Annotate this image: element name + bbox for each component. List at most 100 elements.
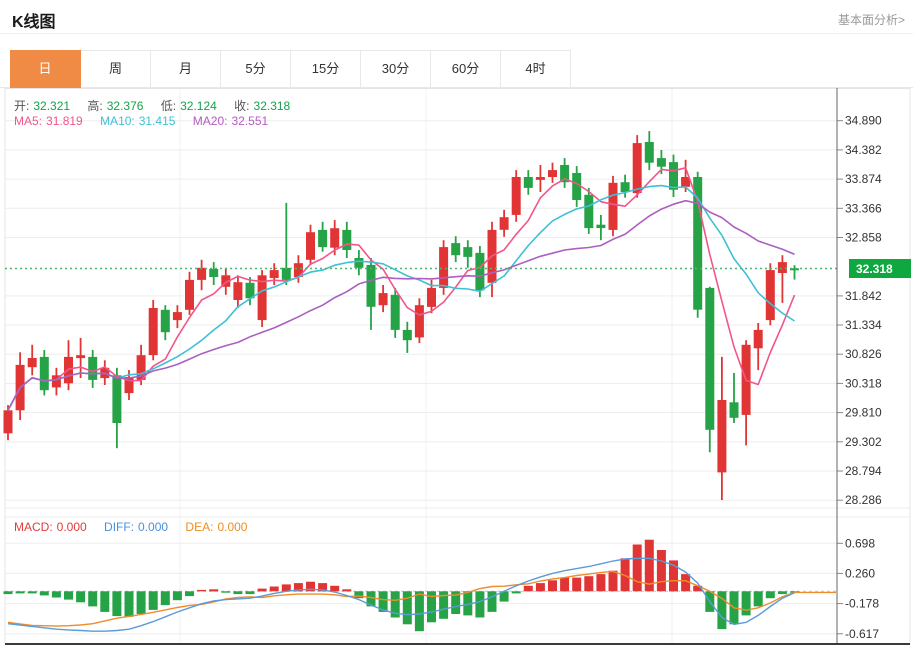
kline-page: K线图 基本面分析> 日 周 月 5分 15分 30分 60分 4时 34.89…	[0, 0, 913, 646]
candle-body	[633, 143, 642, 193]
macd-histogram-bar	[64, 591, 73, 599]
macd-histogram-bar	[512, 591, 521, 593]
candle-body	[379, 293, 388, 305]
price-tick-label: 34.382	[845, 143, 882, 157]
macd-histogram-bar	[524, 586, 533, 592]
tab-day[interactable]: 日	[10, 50, 81, 88]
price-tick-label: 33.366	[845, 201, 882, 215]
candle-body	[233, 282, 242, 300]
tab-5min[interactable]: 5分	[221, 51, 291, 87]
kline-chart[interactable]: 34.89034.38233.87433.36632.85831.84231.3…	[0, 88, 913, 646]
candle-body	[403, 330, 412, 340]
macd-histogram-bar	[40, 591, 49, 595]
candle-body	[584, 195, 593, 228]
macd-histogram-bar	[28, 591, 37, 593]
price-tick-label: 34.890	[845, 114, 882, 128]
macd-tick-label: 0.698	[845, 536, 875, 550]
macd-histogram-bar	[633, 545, 642, 592]
macd-histogram-bar	[584, 576, 593, 591]
price-tick-label: 28.794	[845, 464, 882, 478]
candle-body	[500, 217, 509, 230]
candle-body	[717, 400, 726, 472]
candle-body	[112, 375, 121, 423]
candle-body	[693, 177, 702, 310]
header-divider	[0, 33, 913, 34]
candle-body	[657, 158, 666, 167]
price-tick-label: 29.302	[845, 435, 882, 449]
period-tabbar: 日 周 月 5分 15分 30分 60分 4时	[10, 50, 571, 88]
candle-body	[427, 288, 436, 307]
macd-histogram-bar	[233, 591, 242, 594]
candle-body	[330, 228, 339, 248]
candle-body	[76, 355, 85, 358]
candle-body	[512, 177, 521, 215]
price-tick-label: 29.810	[845, 406, 882, 420]
macd-histogram-bar	[572, 578, 581, 592]
macd-tick-label: 0.260	[845, 566, 875, 580]
tab-60min[interactable]: 60分	[431, 51, 501, 87]
candle-body	[28, 358, 37, 367]
candle-body	[548, 170, 557, 177]
macd-tick-label: -0.617	[845, 627, 879, 641]
candle-body	[621, 182, 630, 192]
macd-histogram-bar	[112, 591, 121, 616]
fundamental-analysis-link[interactable]: 基本面分析>	[838, 11, 905, 28]
candle-body	[4, 410, 13, 433]
macd-histogram-bar	[76, 591, 85, 602]
macd-histogram-bar	[342, 589, 351, 591]
kline-chart-canvas: 34.89034.38233.87433.36632.85831.84231.3…	[0, 88, 913, 646]
macd-histogram-bar	[16, 591, 25, 593]
price-tick-label: 30.826	[845, 347, 882, 361]
macd-histogram-bar	[657, 550, 666, 591]
candle-body	[439, 247, 448, 288]
candle-body	[754, 330, 763, 348]
candle-body	[282, 268, 291, 280]
candle-body	[536, 177, 545, 180]
candle-body	[463, 247, 472, 257]
candle-body	[669, 162, 678, 190]
macd-histogram-bar	[754, 591, 763, 606]
candle-body	[475, 253, 484, 290]
price-tick-label: 31.334	[845, 318, 882, 332]
candle-body	[354, 258, 363, 268]
tab-30min[interactable]: 30分	[361, 51, 431, 87]
macd-histogram-bar	[100, 591, 109, 612]
price-tick-label: 32.858	[845, 231, 882, 245]
candle-body	[645, 142, 654, 163]
candle-body	[391, 295, 400, 330]
candle-body	[88, 357, 97, 380]
macd-histogram-bar	[548, 580, 557, 591]
macd-histogram-bar	[488, 591, 497, 612]
page-title: K线图	[12, 8, 56, 32]
price-tick-label: 28.286	[845, 493, 882, 507]
candle-body	[173, 312, 182, 320]
macd-histogram-bar	[778, 591, 787, 594]
macd-histogram-bar	[415, 591, 424, 631]
macd-histogram-bar	[209, 589, 218, 591]
macd-histogram-bar	[609, 571, 618, 592]
candle-body	[318, 230, 327, 247]
macd-histogram-bar	[403, 591, 412, 624]
macd-histogram-bar	[475, 591, 484, 617]
macd-histogram-bar	[766, 591, 775, 598]
tab-month[interactable]: 月	[151, 51, 221, 87]
macd-histogram-bar	[536, 583, 545, 591]
macd-histogram-bar	[197, 590, 206, 591]
tab-4hour[interactable]: 4时	[501, 51, 570, 87]
candle-body	[778, 262, 787, 273]
candle-body	[596, 225, 605, 228]
candle-body	[161, 310, 170, 332]
candle-body	[185, 280, 194, 310]
tab-15min[interactable]: 15分	[291, 51, 361, 87]
macd-histogram-bar	[246, 591, 255, 594]
macd-histogram-bar	[742, 591, 751, 615]
macd-histogram-bar	[161, 591, 170, 605]
macd-histogram-bar	[173, 591, 182, 600]
candle-body	[609, 183, 618, 230]
candle-body	[342, 230, 351, 250]
macd-histogram-bar	[596, 574, 605, 591]
candle-body	[705, 288, 714, 430]
tab-week[interactable]: 周	[81, 51, 151, 87]
candle-body	[270, 270, 279, 278]
candle-body	[40, 357, 49, 390]
